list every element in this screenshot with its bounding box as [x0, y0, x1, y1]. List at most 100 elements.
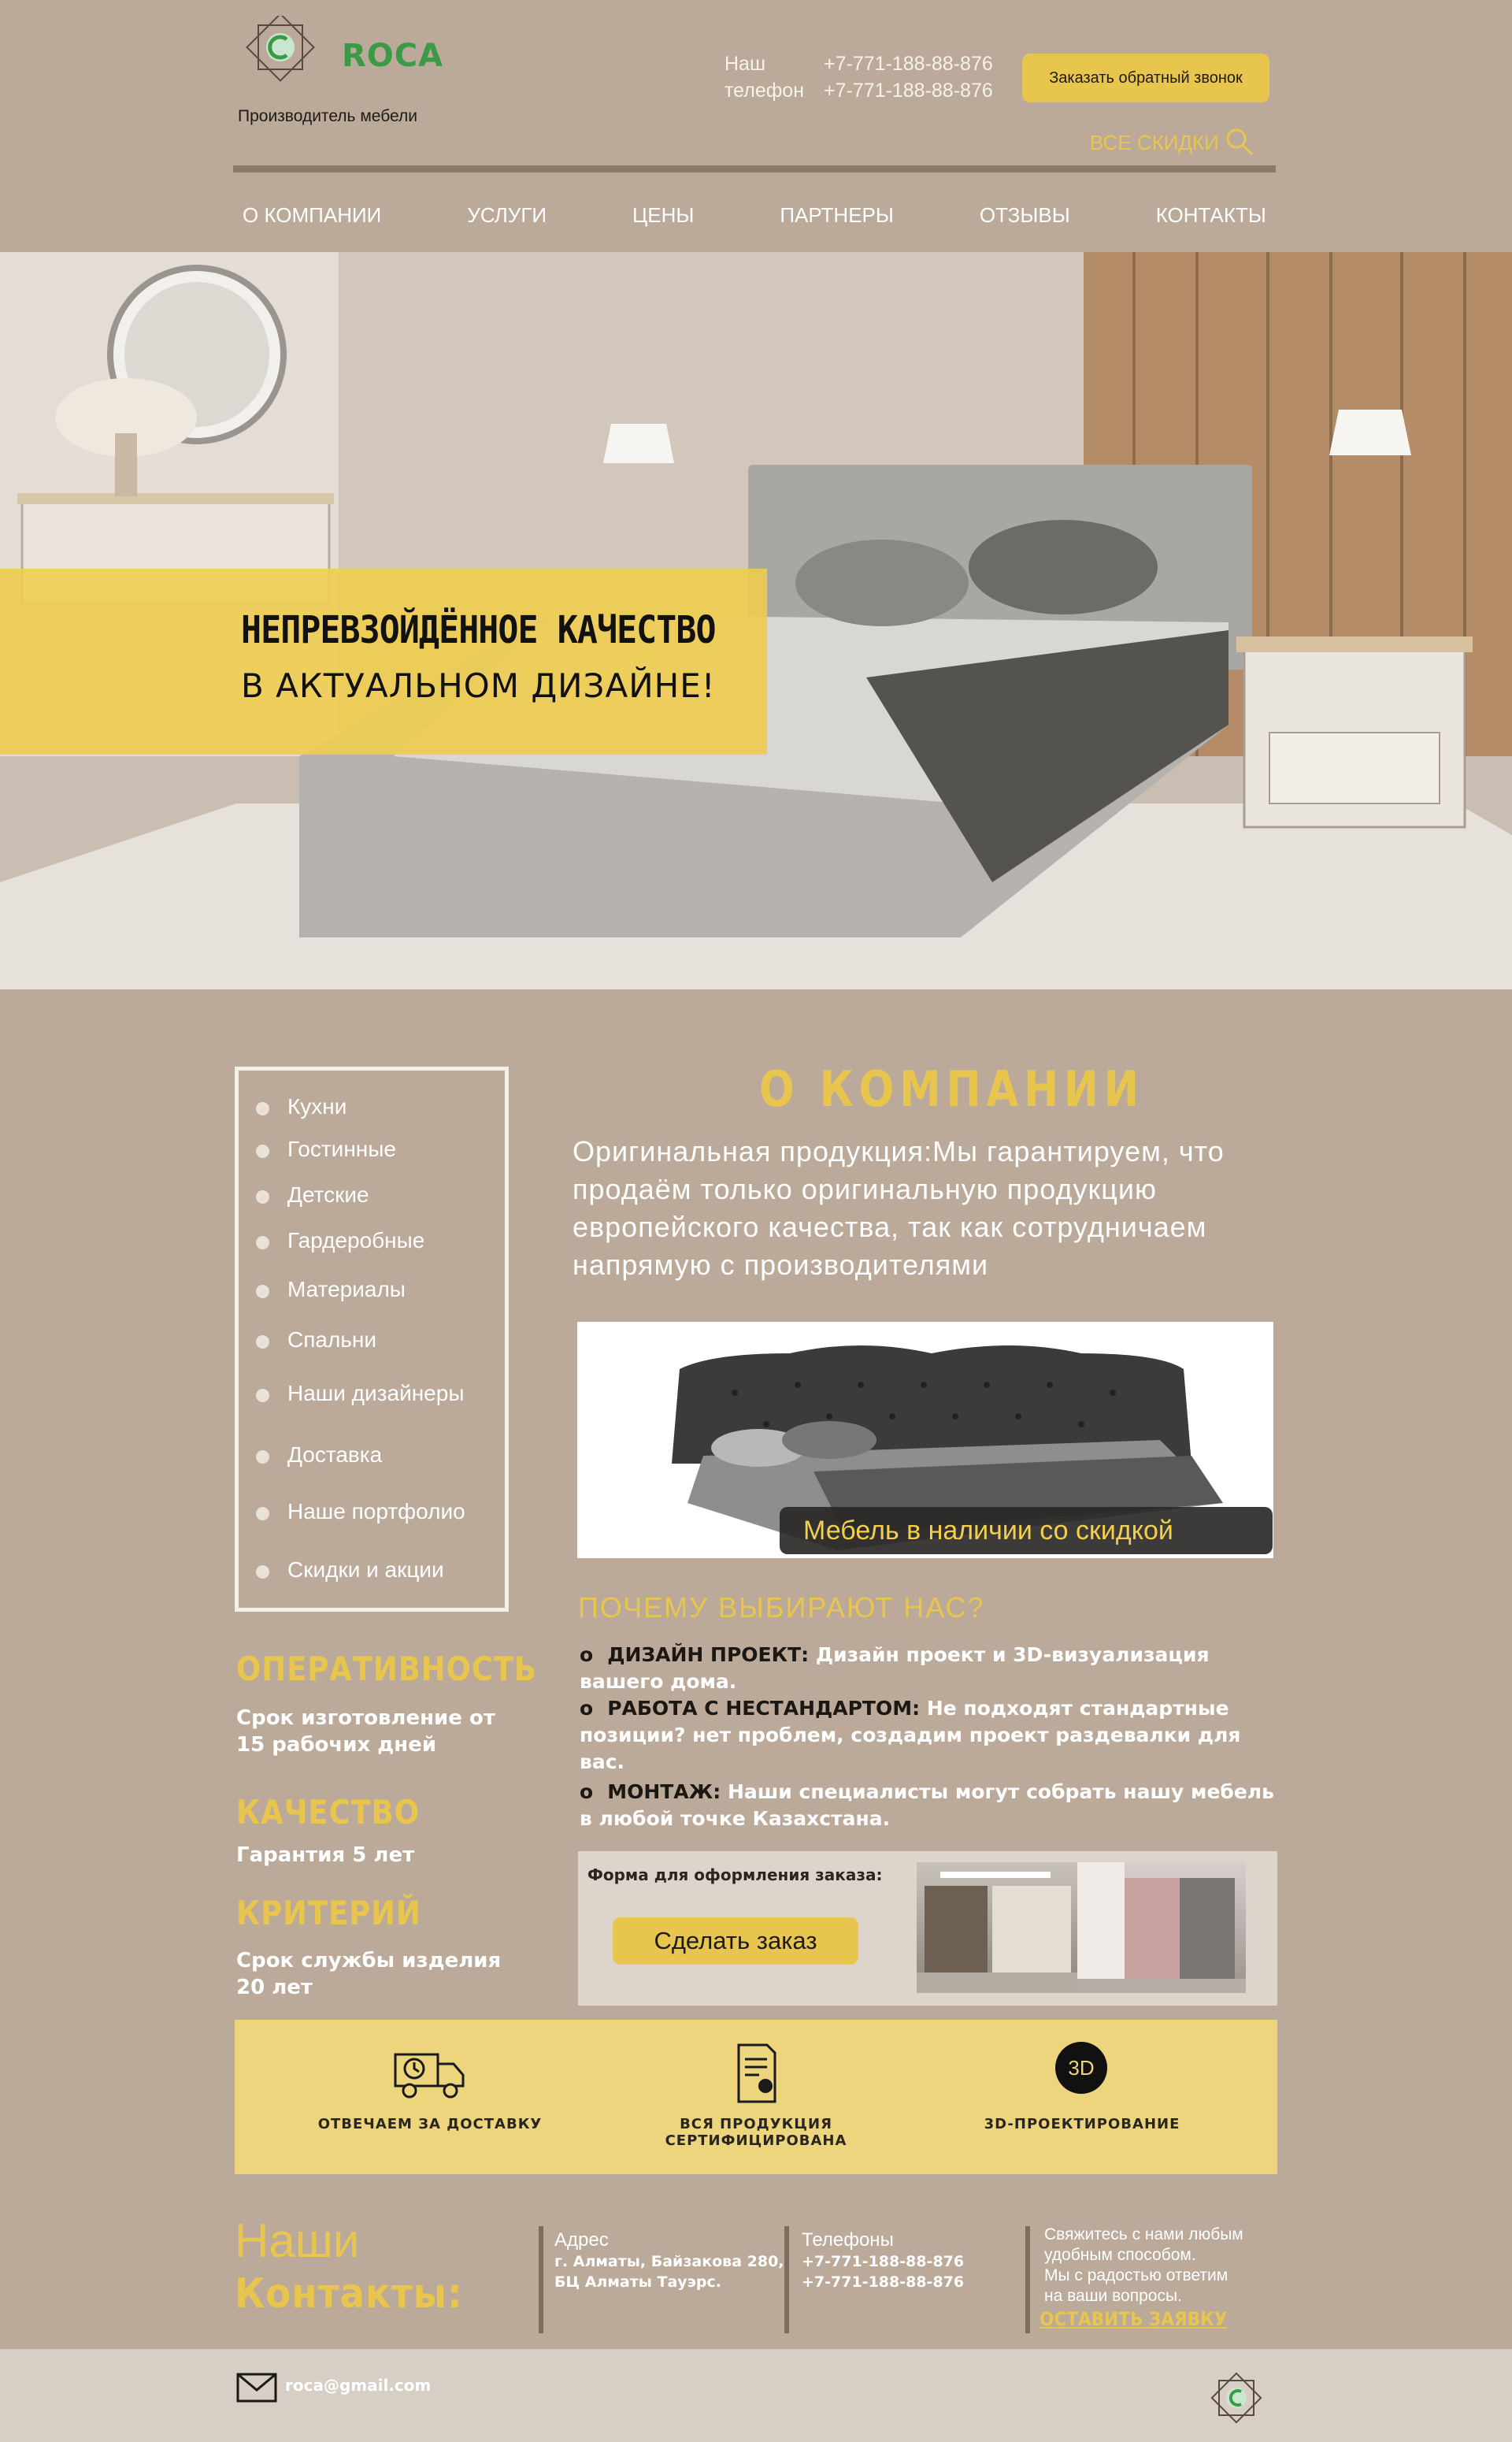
site-header: ROCA Производитель мебели Наш телефон +7…	[0, 0, 1512, 252]
contact-note-line: Мы с радостью ответим	[1044, 2266, 1228, 2284]
callback-button[interactable]: Заказать обратный звонок	[1022, 54, 1269, 102]
benefit-delivery: ОТВЕЧАЕМ ЗА ДОСТАВКУ	[296, 2020, 564, 2174]
why-item-key: МОНТАЖ:	[607, 1780, 721, 1803]
contact-phone-2[interactable]: +7-771-188-88-876	[802, 2272, 964, 2292]
site-footer: roca@gmail.com	[0, 2349, 1512, 2442]
brand-tagline: Производитель мебели	[238, 107, 417, 125]
sidebar-item-kids[interactable]: Детские	[287, 1182, 369, 1208]
why-item-key: ДИЗАЙН ПРОЕКТ:	[607, 1643, 810, 1666]
footer-logo[interactable]	[1203, 2365, 1269, 2431]
contact-note-line: удобным способом.	[1044, 2246, 1196, 2264]
address-line-1: г. Алматы, Байзакова 280,	[554, 2253, 784, 2270]
contact-phone-1[interactable]: +7-771-188-88-876	[802, 2251, 964, 2272]
bullet-icon	[256, 1285, 269, 1298]
sidebar-item-designers[interactable]: Наши дизайнеры	[287, 1381, 464, 1406]
feature-text-criteria: Срок службы изделия 20 лет	[236, 1949, 502, 1999]
leave-request-link[interactable]: ОСТАВИТЬ ЗАЯВКУ	[1040, 2308, 1227, 2330]
footer-email[interactable]: roca@gmail.com	[285, 2376, 431, 2395]
nav-about[interactable]: О КОМПАНИИ	[233, 200, 391, 231]
bullet-icon	[256, 1145, 269, 1158]
bullet-icon	[256, 1102, 269, 1115]
delivery-truck-icon	[394, 2053, 465, 2099]
bullet-icon	[256, 1335, 269, 1349]
why-item-assembly: o МОНТАЖ: Наши специалисты могут собрать …	[580, 1779, 1280, 1832]
wardrobe-illustration	[917, 1872, 1085, 1993]
nav-prices[interactable]: ЦЕНЫ	[623, 200, 703, 231]
phone-label: Наш телефон	[724, 53, 805, 102]
about-text: Оригинальная продукция:Мы гарантируем, ч…	[573, 1135, 1225, 1281]
header-divider	[233, 165, 1276, 173]
brand-name: ROCA	[342, 38, 444, 74]
hero-subtitle: В АКТУАЛЬНОМ ДИЗАЙНЕ!	[241, 666, 716, 705]
address-line-2: БЦ Алматы Тауэрс.	[554, 2273, 722, 2291]
header-phone-2[interactable]: +7-771-188-88-876	[824, 77, 993, 104]
main-nav: О КОМПАНИИ УСЛУГИ ЦЕНЫ ПАРТНЕРЫ ОТЗЫВЫ К…	[233, 200, 1276, 231]
sidebar-item-wardrobes[interactable]: Гардеробные	[287, 1228, 424, 1253]
why-choose-us-title: ПОЧЕМУ ВЫБИРАЮТ НАС?	[578, 1591, 985, 1624]
bullet-icon	[256, 1236, 269, 1249]
about-title: О КОМПАНИИ	[759, 1060, 1144, 1118]
benefit-delivery-label: ОТВЕЧАЕМ ЗА ДОСТАВКУ	[317, 2116, 543, 2132]
benefit-3d: 3D 3D-ПРОЕКТИРОВАНИЕ	[948, 2020, 1216, 2174]
benefit-certified-label: ВСЯ ПРОДУКЦИЯ СЕРТИФИЦИРОВАНА	[665, 2116, 847, 2149]
bullet-icon	[256, 1190, 269, 1204]
wardrobe-photo-2[interactable]	[1077, 1862, 1246, 1993]
nav-services[interactable]: УСЛУГИ	[458, 200, 556, 231]
sidebar-item-kitchens[interactable]: Кухни	[287, 1094, 346, 1119]
feature-text-quality: Гарантия 5 лет	[236, 1843, 415, 1867]
contacts-divider	[539, 2226, 543, 2333]
roca-logo[interactable]	[233, 16, 328, 95]
mail-icon[interactable]	[236, 2373, 277, 2403]
benefit-certified: ВСЯ ПРОДУКЦИЯ СЕРТИФИЦИРОВАНА	[622, 2020, 890, 2174]
header-phone-1[interactable]: +7-771-188-88-876	[824, 50, 993, 77]
sidebar-item-portfolio[interactable]: Наше портфолио	[287, 1499, 465, 1524]
header-phones: +7-771-188-88-876 +7-771-188-88-876	[824, 50, 993, 104]
feature-title-speed: ОПЕРАТИВНОСТЬ	[236, 1650, 537, 1688]
certificate-icon	[737, 2043, 776, 2103]
bullet-icon	[256, 1450, 269, 1464]
bullet-icon	[256, 1507, 269, 1520]
product-caption: Мебель в наличии со скидкой	[780, 1507, 1273, 1554]
sidebar-item-materials[interactable]: Материалы	[287, 1277, 406, 1302]
sidebar-item-bedrooms[interactable]: Спальни	[287, 1327, 376, 1353]
order-form-label: Форма для оформления заказа:	[587, 1865, 883, 1884]
sidebar-item-delivery[interactable]: Доставка	[287, 1442, 382, 1468]
why-item-custom: o РАБОТА С НЕСТАНДАРТОМ: Не подходят стан…	[580, 1695, 1280, 1776]
hero-title: НЕПРЕВЗОЙДЁННОЕ КАЧЕСТВО	[241, 608, 717, 652]
nav-reviews[interactable]: ОТЗЫВЫ	[970, 200, 1080, 231]
nav-contacts[interactable]: КОНТАКТЫ	[1147, 200, 1276, 231]
contacts-title-line2: Контакты:	[235, 2270, 463, 2318]
feature-title-criteria: КРИТЕРИЙ	[236, 1894, 421, 1932]
phones-heading: Телефоны	[802, 2229, 894, 2251]
contacts-title-line1: Наши	[235, 2214, 360, 2267]
all-discounts-link[interactable]: ВСЕ СКИДКИ	[1090, 131, 1219, 155]
contact-note-line: на ваши вопросы.	[1044, 2287, 1182, 2305]
feature-text-speed: Срок изготовление от 15 рабочих дней	[236, 1706, 495, 1757]
hero-caption-panel	[0, 569, 767, 755]
sidebar-item-discounts[interactable]: Скидки и акции	[287, 1557, 444, 1583]
why-item-design: o ДИЗАЙН ПРОЕКТ: Дизайн проект и 3D-визуа…	[580, 1642, 1280, 1695]
benefit-3d-label: 3D-ПРОЕКТИРОВАНИЕ	[984, 2116, 1180, 2132]
order-form-panel: Форма для оформления заказа: Сделать зак…	[578, 1851, 1277, 2006]
bullet-icon	[256, 1389, 269, 1402]
contacts-divider	[784, 2226, 789, 2333]
sidebar-item-living-rooms[interactable]: Гостинные	[287, 1137, 396, 1162]
bullet-marker: o	[580, 1643, 594, 1666]
bullet-marker: o	[580, 1780, 594, 1803]
wardrobe-illustration	[1077, 1862, 1246, 1993]
make-order-button[interactable]: Сделать заказ	[613, 1917, 858, 1965]
contacts-divider	[1025, 2226, 1030, 2333]
contact-note-line: Свяжитесь с нами любым	[1044, 2225, 1243, 2243]
3d-icon: 3D	[1055, 2042, 1107, 2094]
contact-note: Свяжитесь с нами любым удобным способом.…	[1044, 2225, 1296, 2307]
benefits-band: ОТВЕЧАЕМ ЗА ДОСТАВКУ ВСЯ ПРОДУКЦИЯ СЕРТИ…	[235, 2020, 1277, 2174]
category-sidebar: Кухни Гостинные Детские Гардеробные Мате…	[235, 1067, 509, 1612]
search-icon[interactable]	[1224, 126, 1255, 158]
bullet-marker: o	[580, 1697, 594, 1720]
hero-banner: НЕПРЕВЗОЙДЁННОЕ КАЧЕСТВО В АКТУАЛЬНОМ ДИ…	[0, 252, 1512, 989]
wardrobe-photo-1[interactable]	[917, 1862, 1085, 1993]
address-heading: Адрес	[554, 2229, 609, 2251]
bullet-icon	[256, 1565, 269, 1579]
feature-title-quality: КАЧЕСТВО	[236, 1793, 420, 1832]
nav-partners[interactable]: ПАРТНЕРЫ	[770, 200, 903, 231]
